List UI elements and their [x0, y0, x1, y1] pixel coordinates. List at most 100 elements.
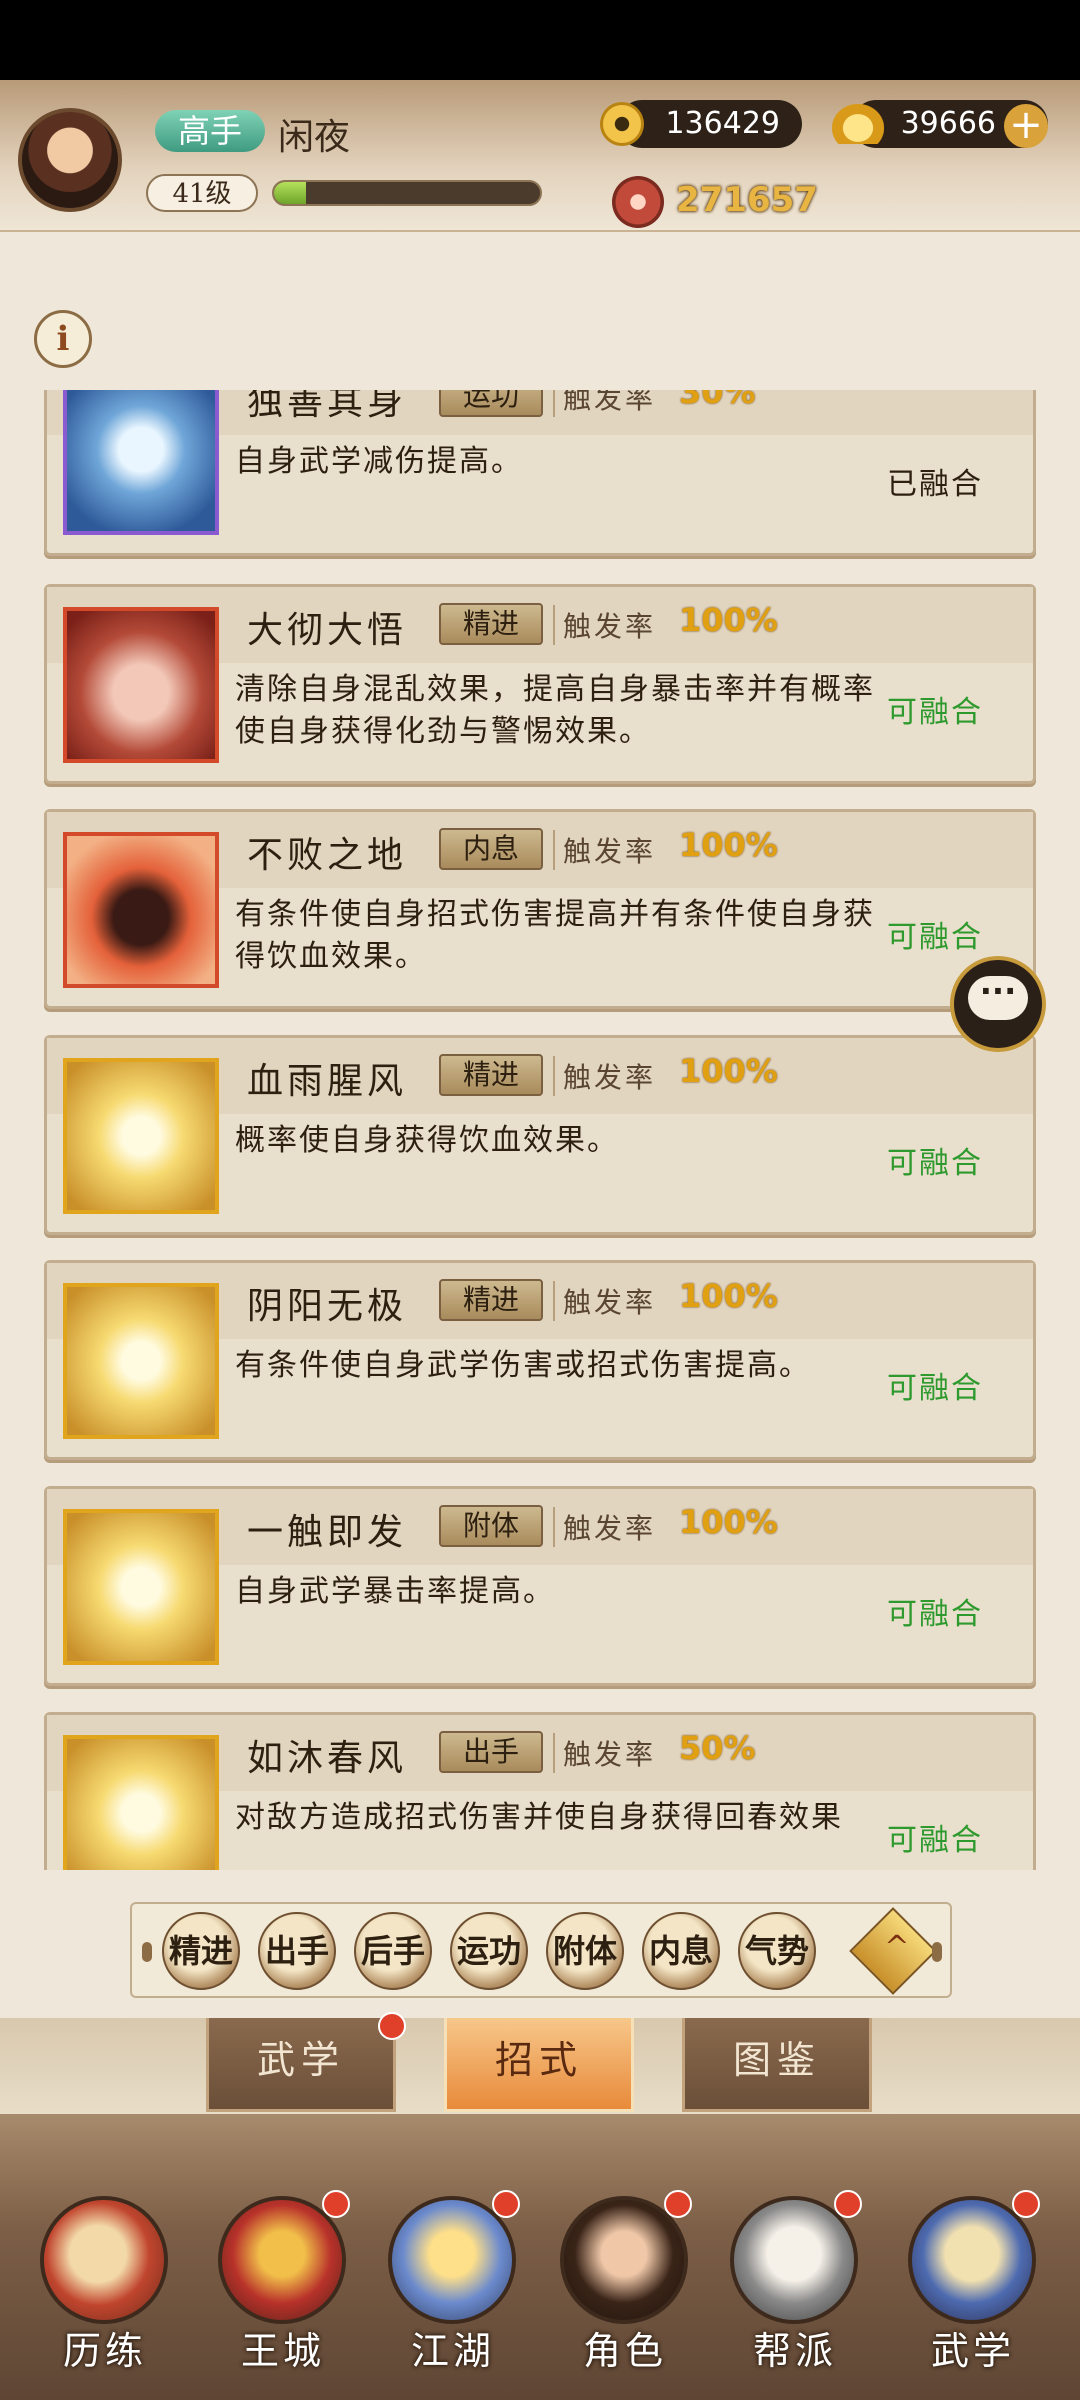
- collapse-up-icon[interactable]: ^: [849, 1907, 937, 1995]
- flame-figure-icon: [63, 832, 219, 988]
- skill-type-tag: 出手: [439, 1731, 543, 1773]
- sitting-figure-icon: [63, 607, 219, 763]
- notification-badge: [1012, 2190, 1040, 2218]
- add-gold-icon[interactable]: +: [1004, 104, 1048, 148]
- skill-card[interactable]: 如沐春风 出手 触发率 50% 对敌方造成招式伤害并使自身获得回春效果 可融合: [44, 1712, 1036, 1870]
- fusion-status[interactable]: 可融合: [887, 912, 983, 956]
- trigger-rate: 50%: [679, 1729, 756, 1767]
- skill-name: 血雨腥风: [247, 1061, 408, 1102]
- skill-name: 一触即发: [247, 1512, 408, 1553]
- filter-bar-left-end: [142, 1942, 152, 1962]
- player-name: 闲夜: [278, 117, 351, 158]
- skill-card[interactable]: 血雨腥风 精进 触发率 100% 概率使自身获得饮血效果。 可融合: [44, 1035, 1036, 1235]
- tab-3[interactable]: 图鉴: [682, 2018, 872, 2112]
- nav-item-5[interactable]: 帮派: [730, 2190, 862, 2373]
- filter-button[interactable]: 精进: [162, 1912, 240, 1990]
- skill-description: 有条件使自身招式伤害提高并有条件使自身获得饮血效果。: [235, 897, 875, 974]
- tab-2[interactable]: 招式: [444, 2018, 634, 2112]
- notification-badge: [322, 2190, 350, 2218]
- blade-icon: [63, 1058, 219, 1214]
- filter-button[interactable]: 后手: [354, 1912, 432, 1990]
- nav-item-3[interactable]: 江湖: [388, 2190, 520, 2373]
- skill-type-tag: 精进: [439, 603, 543, 645]
- divider: [553, 830, 555, 870]
- nav-label: 角色: [582, 2329, 667, 2373]
- nav-item-2[interactable]: 王城: [218, 2190, 350, 2373]
- trigger-rate: 100%: [679, 1503, 778, 1541]
- skill-name: 不败之地: [247, 835, 408, 876]
- meditating-figure-icon: [63, 390, 219, 535]
- filter-button[interactable]: 气势: [738, 1912, 816, 1990]
- skill-card[interactable]: 大彻大悟 精进 触发率 100% 清除自身混乱效果，提高自身暴击率并有概率使自身获得化劲…: [44, 584, 1036, 784]
- skill-type-tag: 运功: [439, 390, 543, 417]
- skill-card[interactable]: 独善其身 运功 触发率 30% 自身武学减伤提高。 已融合: [44, 390, 1036, 556]
- divider: [553, 390, 555, 417]
- nav-item-4[interactable]: 角色: [560, 2190, 692, 2373]
- skill-description: 对敌方造成招式伤害并使自身获得回春效果: [235, 1800, 843, 1835]
- skill-description: 有条件使自身武学伤害或招式伤害提高。: [235, 1348, 811, 1383]
- notification-badge: [834, 2190, 862, 2218]
- trigger-label: 触发率: [563, 610, 657, 643]
- exp-bar: [272, 180, 542, 206]
- skill-type-tag: 精进: [439, 1279, 543, 1321]
- combat-power-icon: [612, 176, 664, 228]
- level-badge: 41级: [146, 174, 258, 212]
- tab-1[interactable]: 武学: [206, 2018, 396, 2112]
- filter-button[interactable]: 运功: [450, 1912, 528, 1990]
- filter-button[interactable]: 出手: [258, 1912, 336, 1990]
- nav-label: 江湖: [410, 2329, 495, 2373]
- copper-counter: 136429: [618, 100, 802, 148]
- info-icon[interactable]: i: [34, 310, 92, 368]
- rank-badge: 高手: [155, 110, 265, 152]
- nav-label: 历练: [62, 2329, 147, 2373]
- notification-badge: [378, 2012, 406, 2040]
- trigger-rate: 100%: [679, 1277, 778, 1315]
- notification-badge: [664, 2190, 692, 2218]
- skill-name: 独善其身: [247, 390, 408, 423]
- nav-item-6[interactable]: 武学: [908, 2190, 1040, 2373]
- fusion-status[interactable]: 可融合: [887, 1815, 983, 1859]
- trigger-label: 触发率: [563, 1286, 657, 1319]
- combat-power-value: 271657: [676, 180, 818, 220]
- skill-type-tag: 内息: [439, 828, 543, 870]
- trigger-rate: 30%: [679, 390, 756, 411]
- gold-ingot-icon: [832, 104, 884, 144]
- divider: [553, 1281, 555, 1321]
- exp-fill: [274, 182, 306, 204]
- divider: [553, 1507, 555, 1547]
- nav-label: 武学: [930, 2329, 1015, 2373]
- divider: [553, 1056, 555, 1096]
- player-avatar[interactable]: [18, 108, 122, 212]
- skill-card[interactable]: 阴阳无极 精进 触发率 100% 有条件使自身武学伤害或招式伤害提高。 可融合: [44, 1260, 1036, 1460]
- swirl-icon: [63, 1283, 219, 1439]
- skill-card[interactable]: 不败之地 内息 触发率 100% 有条件使自身招式伤害提高并有条件使自身获得饮血效果。可…: [44, 809, 1036, 1009]
- skill-type-tag: 精进: [439, 1054, 543, 1096]
- skill-description: 清除自身混乱效果，提高自身暴击率并有概率使自身获得化劲与警惕效果。: [235, 672, 875, 749]
- trigger-label: 触发率: [563, 1738, 657, 1771]
- fusion-status[interactable]: 可融合: [887, 687, 983, 731]
- fusion-status[interactable]: 可融合: [887, 1589, 983, 1633]
- skill-card[interactable]: 一触即发 附体 触发率 100% 自身武学暴击率提高。 可融合: [44, 1486, 1036, 1686]
- notification-badge: [492, 2190, 520, 2218]
- filter-button[interactable]: 内息: [642, 1912, 720, 1990]
- fusion-status[interactable]: 已融合: [887, 459, 983, 503]
- candle-icon: [63, 1735, 219, 1870]
- nav-item-1[interactable]: 历练: [40, 2196, 170, 2373]
- trigger-label: 触发率: [563, 1512, 657, 1545]
- chat-icon[interactable]: [950, 956, 1046, 1052]
- skill-name: 如沐春风: [247, 1738, 408, 1779]
- skill-type-tag: 附体: [439, 1505, 543, 1547]
- fusion-status[interactable]: 可融合: [887, 1138, 983, 1182]
- skill-list[interactable]: 独善其身 运功 触发率 30% 自身武学减伤提高。 已融合 大彻大悟 精进 触发率 100% 清除自…: [0, 390, 1080, 1870]
- skill-description: 自身武学减伤提高。: [235, 444, 523, 479]
- scroll-sword-icon: [40, 2196, 168, 2324]
- nav-label: 王城: [240, 2329, 325, 2373]
- divider: [553, 1733, 555, 1773]
- copper-coin-icon: [600, 102, 644, 146]
- fusion-status[interactable]: 可融合: [887, 1363, 983, 1407]
- filter-button[interactable]: 附体: [546, 1912, 624, 1990]
- skill-name: 阴阳无极: [247, 1286, 408, 1327]
- status-bar: [0, 0, 1080, 80]
- trigger-rate: 100%: [679, 1052, 778, 1090]
- skill-name: 大彻大悟: [247, 610, 408, 651]
